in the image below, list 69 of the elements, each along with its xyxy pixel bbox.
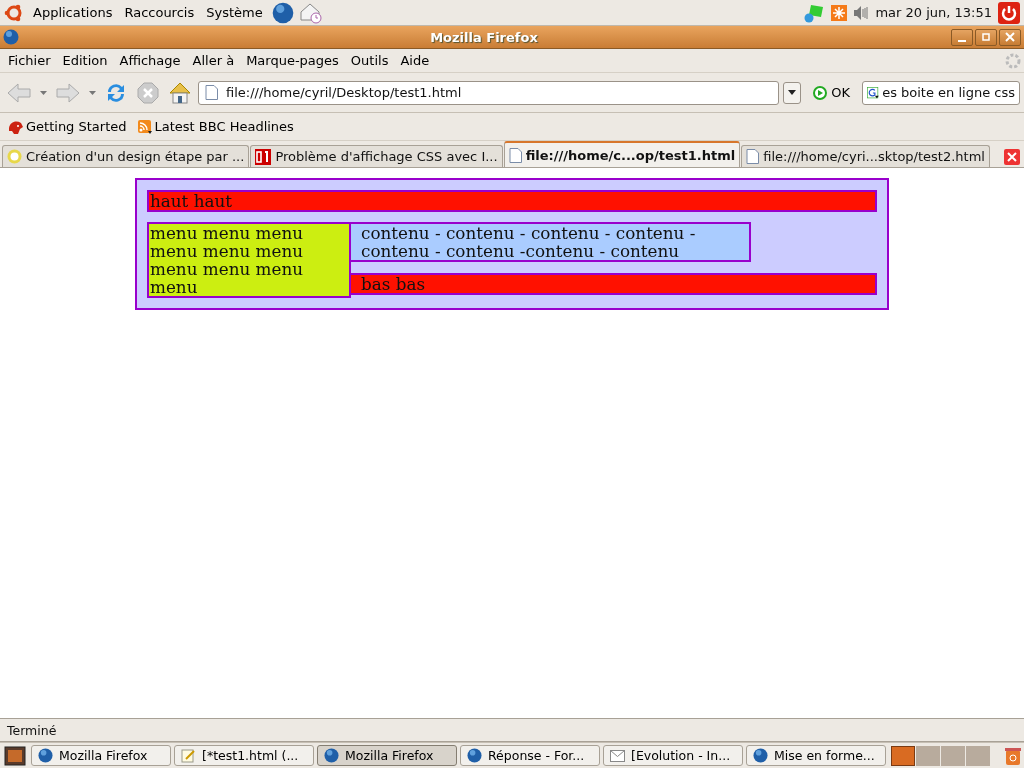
throbber-icon <box>1004 51 1022 70</box>
globe-icon <box>753 748 768 763</box>
play-icon <box>813 85 828 100</box>
globe-icon <box>3 29 19 45</box>
forward-history-button[interactable] <box>87 88 98 97</box>
mail-clock-icon[interactable] <box>299 1 322 24</box>
speaker-icon[interactable] <box>853 4 870 21</box>
update-icon[interactable] <box>831 4 848 21</box>
taskbar-window-button[interactable]: Réponse - For... <box>460 745 600 766</box>
menu-item[interactable]: Aller à <box>186 53 241 68</box>
taskbar-window-button[interactable]: Mozilla Firefox <box>31 745 171 766</box>
footer-bar: bas bas <box>351 273 877 295</box>
trash-icon[interactable] <box>1004 745 1022 766</box>
show-desktop-button[interactable] <box>2 743 28 768</box>
menu-item[interactable]: Edition <box>56 53 114 68</box>
menu-item[interactable]: Outils <box>344 53 395 68</box>
status-text: Terminé <box>7 722 57 738</box>
clock[interactable]: mar 20 jun, 13:51 <box>875 5 992 20</box>
panel-menu[interactable]: Applications <box>30 5 116 20</box>
globe-icon <box>467 748 482 763</box>
history-dropdown-button[interactable] <box>783 81 802 104</box>
address-field[interactable]: file:///home/cyril/Desktop/test1.html <box>198 80 780 105</box>
close-tab-button[interactable] <box>1002 147 1022 167</box>
feed-icon <box>136 118 153 135</box>
menu-item[interactable]: Fichier <box>2 53 57 68</box>
close-icon <box>1005 32 1015 42</box>
content-box: contenu - contenu - contenu - contenu -contenu - contenu -contenu - contenu <box>351 222 751 262</box>
panel-menu[interactable]: Système <box>203 5 266 20</box>
window-title: Mozilla Firefox <box>429 29 539 45</box>
menu-item[interactable]: Aide <box>394 53 436 68</box>
close-button[interactable] <box>999 28 1021 46</box>
notepad-icon <box>181 748 196 763</box>
page-icon <box>205 85 218 100</box>
globe-icon <box>38 748 53 763</box>
taskbar-window-button[interactable]: Mozilla Firefox <box>317 745 457 766</box>
browser-tab[interactable]: Problème d'affichage CSS avec I... <box>250 145 503 167</box>
menu-column: menu menu menu menu menu menu menu menu menu menu <box>147 222 351 298</box>
envelope-icon <box>610 749 625 762</box>
ubuntu-logo-icon[interactable] <box>4 2 24 23</box>
news-logo-icon <box>255 148 272 165</box>
maximize-button[interactable] <box>975 28 997 46</box>
go-button[interactable]: OK <box>805 85 858 100</box>
power-icon[interactable] <box>998 1 1020 24</box>
taskbar-window-button[interactable]: [*test1.html (... <box>174 745 314 766</box>
taskbar-window-button[interactable]: Mise en forme... <box>746 745 886 766</box>
minimize-icon <box>958 40 966 42</box>
browser-tab[interactable]: file:///home/c...op/test1.html <box>503 141 741 167</box>
panel-menu[interactable]: Raccourcis <box>121 5 198 20</box>
bookmark-link[interactable]: Getting Started <box>8 118 127 135</box>
network-icon[interactable] <box>803 2 826 23</box>
menu-item[interactable]: Affichage <box>113 53 187 68</box>
sun-icon <box>7 149 22 164</box>
menu-item[interactable]: Marque-pages <box>240 53 345 68</box>
document-icon <box>746 149 760 164</box>
document-icon <box>508 147 522 163</box>
browser-tab[interactable]: file:///home/cyri...sktop/test2.html <box>741 145 990 167</box>
search-field[interactable]: es boite en ligne css <box>862 80 1020 105</box>
globe-icon <box>271 1 294 24</box>
bookmark-link[interactable]: Latest BBC Headlines <box>136 118 294 135</box>
caret-icon <box>788 90 797 95</box>
browser-launcher[interactable] <box>271 1 294 24</box>
header-bar: haut haut <box>147 190 877 212</box>
workspace-button[interactable] <box>891 745 915 766</box>
minimize-button[interactable] <box>951 28 973 46</box>
browser-tab[interactable]: Création d'un design étape par ... <box>2 145 250 167</box>
back-history-button[interactable] <box>38 88 49 97</box>
globe-icon <box>324 748 339 763</box>
maximize-icon <box>981 32 991 42</box>
taskbar-window-button[interactable]: [Evolution - In... <box>603 745 743 766</box>
